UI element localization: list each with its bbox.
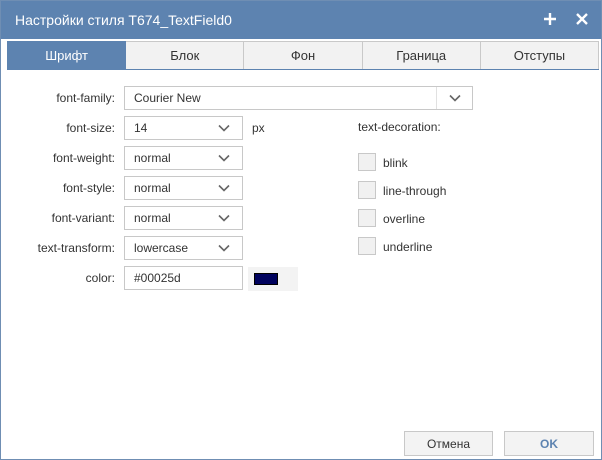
- color-value: #00025d: [134, 271, 181, 285]
- color-input[interactable]: #00025d: [124, 266, 243, 290]
- style-settings-dialog: Настройки стиля T674_TextField0 Шрифт Бл…: [0, 0, 602, 460]
- tab-padding[interactable]: Отступы: [480, 41, 600, 69]
- line-through-checkbox[interactable]: [358, 181, 376, 199]
- text-transform-select[interactable]: lowercase: [124, 236, 243, 260]
- plus-icon[interactable]: [541, 9, 559, 29]
- font-family-value: Courier New: [134, 91, 201, 105]
- font-weight-select[interactable]: normal: [124, 146, 243, 170]
- tab-bar: Шрифт Блок Фон Граница Отступы: [7, 41, 600, 70]
- chevron-down-icon[interactable]: [206, 237, 242, 259]
- font-family-select[interactable]: Courier New: [124, 86, 473, 110]
- font-style-label: font-style:: [62, 181, 115, 195]
- ok-button[interactable]: OK: [504, 431, 594, 456]
- dialog-title: Настройки стиля T674_TextField0: [15, 12, 232, 28]
- titlebar-buttons: [541, 9, 591, 29]
- overline-label: overline: [383, 212, 426, 226]
- underline-checkbox[interactable]: [358, 237, 376, 255]
- text-decoration-label: text-decoration:: [358, 120, 441, 134]
- font-variant-select[interactable]: normal: [124, 206, 243, 230]
- chevron-down-icon[interactable]: [206, 147, 242, 169]
- chevron-down-icon[interactable]: [206, 177, 242, 199]
- overline-checkbox[interactable]: [358, 209, 376, 227]
- blink-label: blink: [383, 156, 408, 170]
- font-size-value: 14: [134, 121, 148, 135]
- tab-background[interactable]: Фон: [244, 41, 363, 69]
- chevron-down-icon[interactable]: [206, 117, 242, 139]
- tab-border[interactable]: Граница: [362, 41, 481, 69]
- font-style-select[interactable]: normal: [124, 176, 243, 200]
- font-variant-label: font-variant:: [51, 211, 115, 225]
- text-transform-value: lowercase: [134, 241, 189, 255]
- close-icon[interactable]: [573, 9, 591, 29]
- underline-label: underline: [383, 240, 433, 254]
- dialog-titlebar[interactable]: Настройки стиля T674_TextField0: [1, 1, 601, 39]
- cancel-button[interactable]: Отмена: [404, 431, 493, 456]
- color-swatch: [254, 273, 278, 285]
- color-picker-button[interactable]: [248, 267, 298, 291]
- text-transform-label: text-transform:: [37, 241, 115, 255]
- color-label: color:: [85, 271, 115, 285]
- font-size-combo[interactable]: 14: [124, 116, 243, 140]
- font-style-value: normal: [134, 181, 171, 195]
- line-through-label: line-through: [383, 184, 447, 198]
- blink-checkbox[interactable]: [358, 153, 376, 171]
- tab-font[interactable]: Шрифт: [7, 41, 127, 69]
- tab-block[interactable]: Блок: [126, 41, 245, 69]
- chevron-down-icon[interactable]: [206, 207, 242, 229]
- font-variant-value: normal: [134, 211, 171, 225]
- font-weight-label: font-weight:: [52, 151, 115, 165]
- chevron-down-icon[interactable]: [436, 87, 472, 109]
- font-size-label: font-size:: [66, 121, 115, 135]
- font-family-label: font-family:: [56, 91, 115, 105]
- font-size-unit: px: [252, 121, 265, 135]
- font-weight-value: normal: [134, 151, 171, 165]
